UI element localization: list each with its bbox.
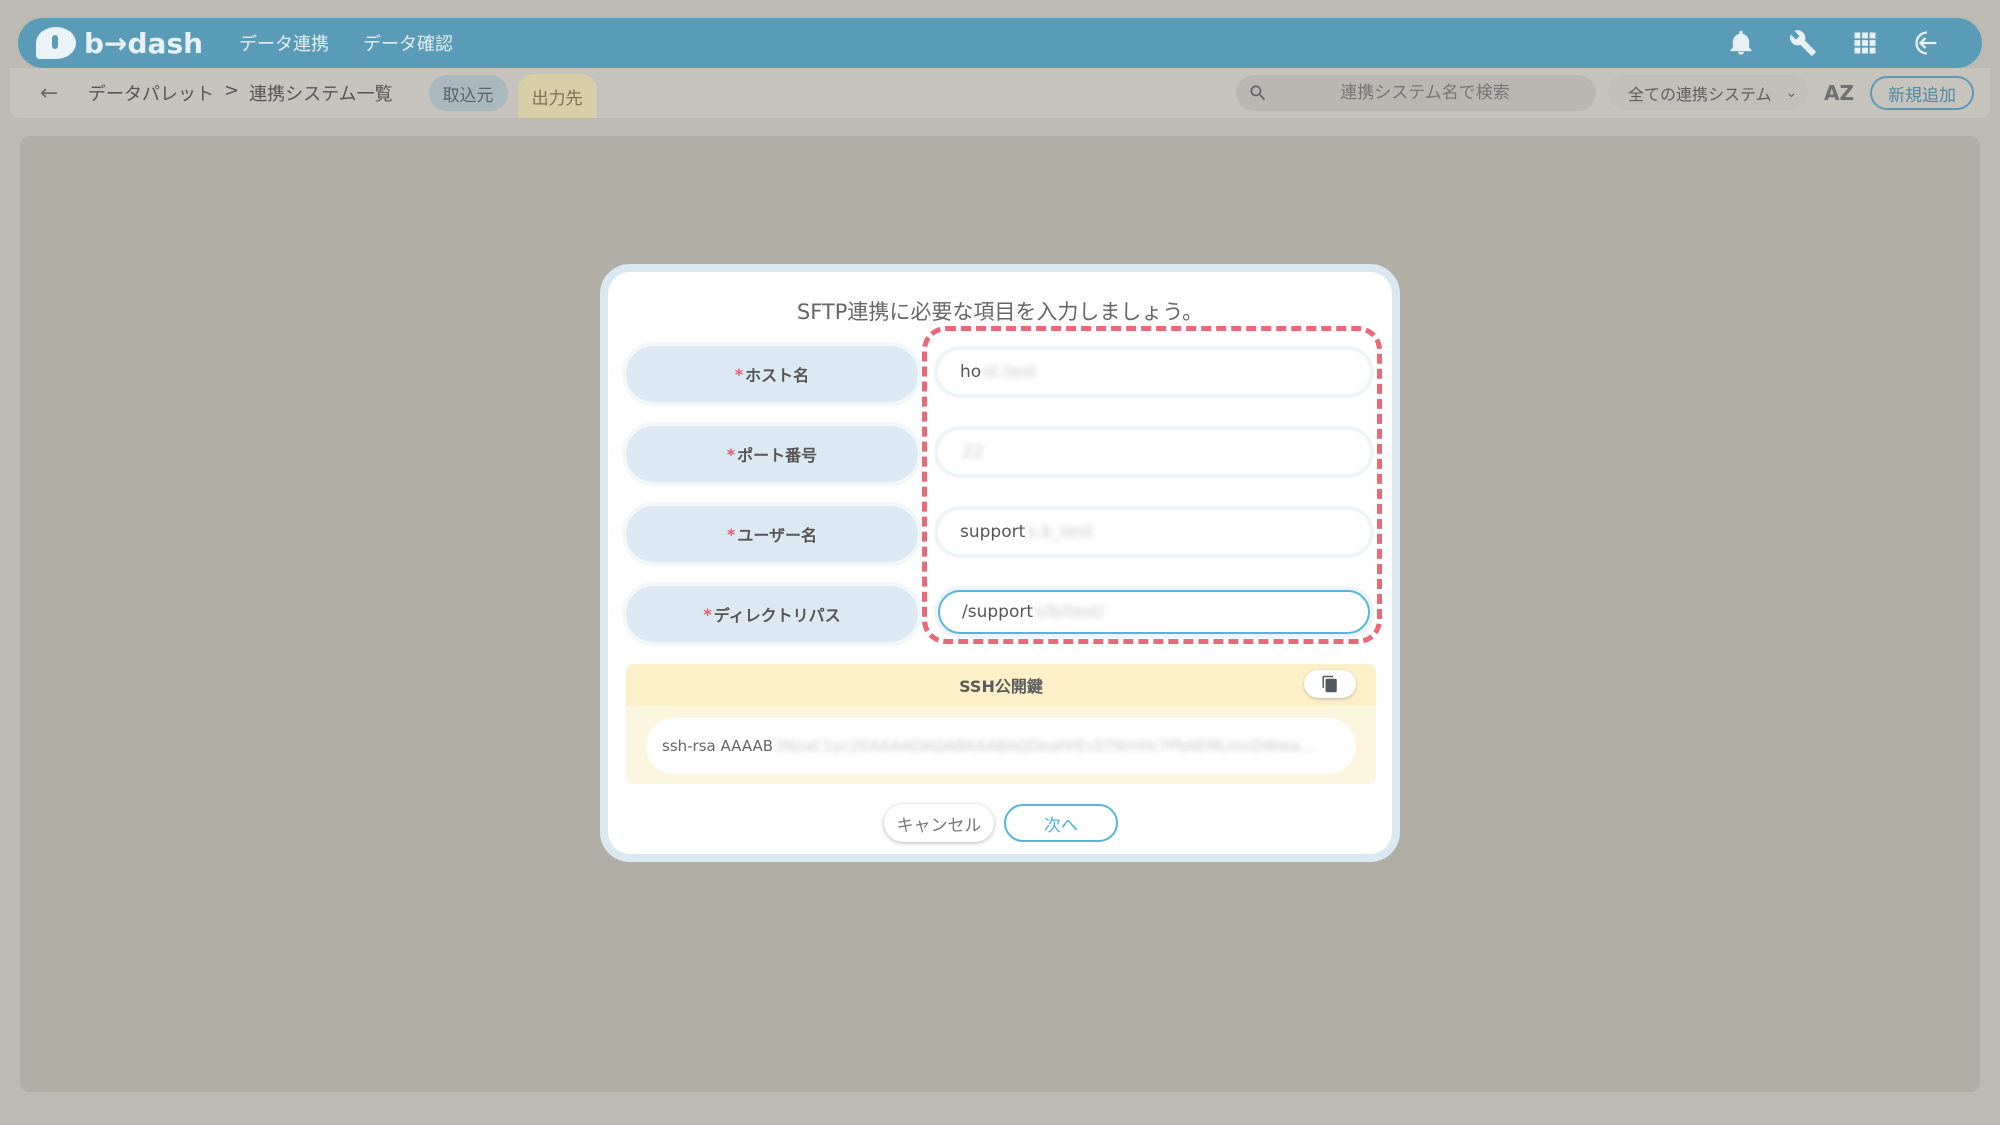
field-label-host: * ホスト名 [626,346,918,402]
top-navigation-bar: b→dash データ連携 データ確認 [18,18,1982,68]
breadcrumb-separator: > [224,80,240,101]
logout-icon[interactable] [1912,28,1942,58]
logo-bubble-icon [36,27,76,59]
copy-icon [1322,675,1337,693]
sort-az-icon[interactable]: AZ [1824,81,1854,105]
cancel-button[interactable]: キャンセル [884,804,994,842]
wrench-icon[interactable] [1788,28,1818,58]
sftp-settings-modal: SFTP連携に必要な項目を入力しましょう。 * ホスト名 ho st.test … [600,264,1400,862]
search-box[interactable] [1236,75,1597,111]
required-mark: * [734,364,744,384]
ssh-key-blurred: 3NzaC1yc2EAAAADAQABAAABAQDeaHrEvSTNmHc7P… [775,737,1314,755]
field-label-port: * ポート番号 [626,426,918,482]
ssh-key-body: ssh-rsa AAAAB 3NzaC1yc2EAAAADAQABAAABAQD… [626,706,1376,784]
required-mark: * [726,524,736,544]
filter-value: 全ての連携システム [1628,85,1772,104]
system-filter-select[interactable]: 全ての連携システム ⌄ [1608,75,1809,111]
app-frame: b→dash データ連携 データ確認 ← データパレット > 連携システム一覧 … [0,0,2000,1125]
field-label-directory: * ディレクトリパス [626,586,918,642]
required-mark: * [726,444,736,464]
modal-title: SFTP連携に必要な項目を入力しましょう。 [796,300,1204,324]
search-icon [1250,85,1266,101]
field-label-username: * ユーザー名 [626,506,918,562]
add-new-button[interactable]: 新規追加 [1870,76,1974,110]
field-label-text: ディレクトリパス [713,606,841,625]
search-input[interactable] [1280,83,1571,103]
ssh-key-header: SSH公開鍵 [626,664,1376,706]
grid-icon[interactable] [1850,28,1880,58]
highlight-dashed-outline [922,326,1382,644]
breadcrumb-data-palette[interactable]: データパレット [88,80,214,106]
next-button[interactable]: 次へ [1004,804,1118,842]
copy-button[interactable] [1304,670,1356,698]
field-label-text: ホスト名 [745,366,810,385]
nav-data-linkage[interactable]: データ連携 [239,30,329,56]
ssh-key-title: SSH公開鍵 [959,677,1043,696]
ssh-key-field[interactable]: ssh-rsa AAAAB 3NzaC1yc2EAAAADAQABAAABAQD… [646,718,1356,774]
required-mark: * [703,604,712,624]
breadcrumb-system-list: 連携システム一覧 [249,84,393,105]
nav-data-check[interactable]: データ確認 [363,30,453,56]
tab-output-destination[interactable]: 出力先 [517,74,597,118]
field-label-text: ポート番号 [737,446,818,465]
ssh-key-visible: ssh-rsa AAAAB [662,737,774,755]
chevron-down-icon: ⌄ [1785,85,1798,101]
breadcrumb: データパレット > 連携システム一覧 [88,80,393,106]
logo-text: b→dash [84,26,204,60]
bell-icon[interactable] [1726,28,1756,58]
field-label-text: ユーザー名 [737,526,818,545]
brand-logo[interactable]: b→dash [36,27,203,60]
sub-toolbar: ← データパレット > 連携システム一覧 取込元 出力先 全ての連携システム ⌄… [10,68,1990,118]
header-icons [1694,28,1942,58]
back-arrow-icon[interactable]: ← [40,81,64,106]
tab-import-source[interactable]: 取込元 [428,75,508,111]
